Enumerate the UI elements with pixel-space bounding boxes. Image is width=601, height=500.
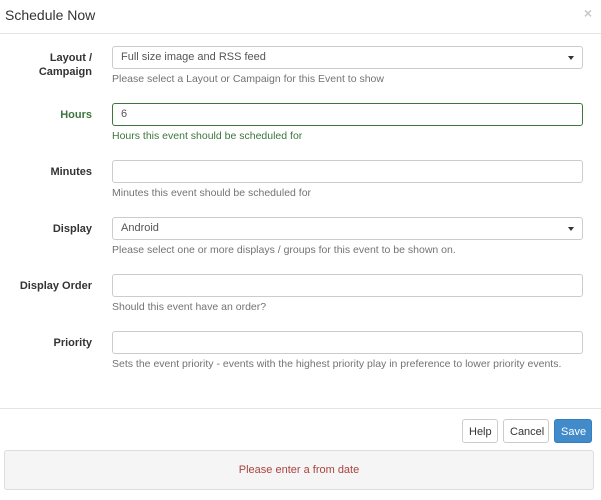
layout-campaign-label-line2: Campaign [38, 66, 92, 78]
display-order-help: Should this event have an order? [112, 301, 267, 313]
display-select[interactable]: Android [112, 217, 583, 240]
priority-label: Priority [53, 337, 92, 349]
schedule-now-modal: Schedule Now × Layout / Campaign Full si… [0, 0, 601, 500]
hours-label: Hours [60, 109, 92, 121]
layout-campaign-select[interactable]: Full size image and RSS feed [112, 46, 583, 69]
priority-input[interactable] [112, 331, 583, 354]
close-icon[interactable]: × [584, 6, 592, 20]
layout-campaign-help: Please select a Layout or Campaign for t… [112, 73, 384, 85]
modal-title: Schedule Now [5, 7, 96, 23]
modal-header: Schedule Now × [0, 0, 601, 34]
caret-down-icon [568, 56, 574, 60]
display-label: Display [52, 223, 92, 235]
minutes-help: Minutes this event should be scheduled f… [112, 187, 312, 199]
error-alert-message: Please enter a from date [238, 464, 360, 476]
caret-down-icon [568, 227, 574, 231]
display-selected-value: Android [121, 222, 159, 234]
hours-help: Hours this event should be scheduled for [112, 130, 303, 142]
hours-input[interactable]: 6 [112, 103, 583, 126]
display-order-input[interactable] [112, 274, 583, 297]
save-button[interactable]: Save [554, 419, 592, 443]
layout-campaign-label: Layout / Campaign [0, 51, 92, 79]
display-help: Please select one or more displays / gro… [112, 244, 456, 256]
display-order-label: Display Order [19, 280, 92, 292]
error-alert: Please enter a from date [4, 450, 594, 490]
priority-help: Sets the event priority - events with th… [112, 358, 562, 370]
minutes-label: Minutes [50, 166, 92, 178]
layout-campaign-label-line1: Layout / [49, 52, 92, 64]
layout-campaign-selected-value: Full size image and RSS feed [121, 51, 266, 63]
cancel-button[interactable]: Cancel [503, 419, 549, 443]
footer-divider [0, 408, 601, 409]
help-button[interactable]: Help [462, 419, 498, 443]
minutes-input[interactable] [112, 160, 583, 183]
